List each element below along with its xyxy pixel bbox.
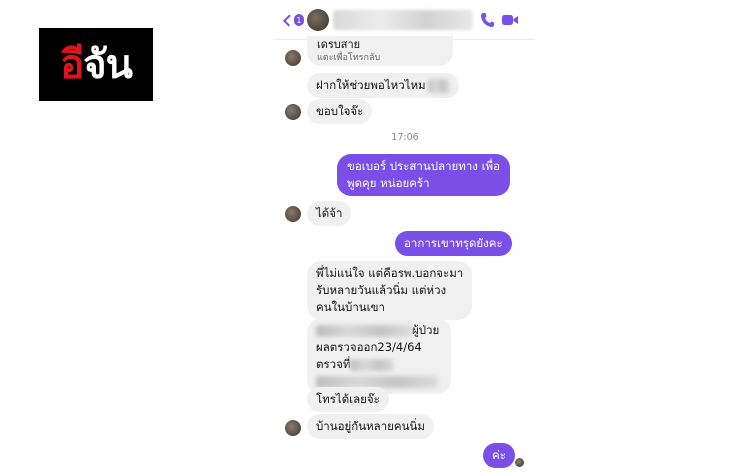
sender-avatar	[285, 420, 301, 436]
message-bubble-incoming[interactable]: พี่ไม่แน่ใจ แต่คือรพ.บอกจะมา รับหลายวันแ…	[307, 261, 473, 320]
video-call-icon[interactable]	[502, 13, 518, 27]
message-bubble-incoming[interactable]: ขอบใจจ๊ะ	[307, 99, 373, 124]
message-bubble-outgoing[interactable]: ขอเบอร์ ประสานปลายทาง เพื่อ พูดคุย หน่อย…	[337, 154, 510, 196]
sender-avatar	[285, 206, 301, 222]
screenshot-page: อี จัน 1 เดรบสาย แตะเพื่อโทรกลับ ฝากให้ช…	[0, 0, 750, 476]
message-bubble-incoming[interactable]: ผู้ป่วย ผลตรวจออก23/4/64 ตรวจที่	[307, 318, 451, 394]
redacted-text	[427, 78, 450, 93]
redacted-text	[350, 358, 395, 371]
message-text: พี่ไม่แน่ใจ แต่คือรพ.บอกจะมา	[316, 266, 464, 280]
message-text: คนในบ้านเขา	[316, 300, 385, 314]
contact-avatar[interactable]	[307, 9, 329, 31]
message-text: โทรได้เลยจ๊ะ	[316, 392, 380, 406]
unread-badge: 1	[293, 14, 304, 26]
phone-icon[interactable]	[480, 12, 494, 28]
message-text: ขอบใจจ๊ะ	[316, 104, 364, 118]
chat-header: 1	[275, 0, 535, 40]
message-text: ผู้ป่วย	[412, 323, 440, 337]
message-bubble-incoming[interactable]: ได้จ้า	[307, 201, 352, 226]
message-text: ผลตรวจออก23/4/64	[316, 340, 422, 354]
logo-text-white: จัน	[83, 41, 133, 88]
message-bubble-incoming[interactable]: บ้านอยู่กันหลายคนนิ่ม	[307, 414, 434, 439]
logo-text-red: อี	[60, 41, 84, 88]
message-bubble-incoming[interactable]: ฝากให้ช่วยพอไหวไหม	[307, 73, 459, 98]
messenger-screen: 1 เดรบสาย แตะเพื่อโทรกลับ ฝากให้ช่วยพอไห…	[275, 0, 535, 476]
message-bubble-outgoing[interactable]: อาการเขาทรุดยังคะ	[395, 231, 512, 256]
message-list: เดรบสาย แตะเพื่อโทรกลับ ฝากให้ช่วยพอไหวไ…	[275, 36, 535, 476]
message-text: ตรวจที่	[316, 357, 351, 371]
sender-avatar	[285, 50, 301, 66]
message-text: รับหลายวันแล้วนิ่ม แต่ห่วง	[316, 283, 447, 297]
message-bubble-incoming[interactable]: โทรได้เลยจ๊ะ	[307, 387, 389, 412]
message-text: อาการเขาทรุดยังคะ	[404, 236, 503, 250]
back-button[interactable]: 1	[282, 11, 304, 29]
missed-call-subtitle: แตะเพื่อโทรกลับ	[317, 53, 381, 63]
timestamp: 17:06	[391, 132, 419, 143]
site-logo: อี จัน	[39, 28, 153, 101]
sender-avatar	[285, 104, 301, 120]
redacted-text	[316, 375, 438, 388]
contact-name-redacted[interactable]	[333, 10, 473, 30]
message-bubble-outgoing[interactable]: ค่ะ	[483, 443, 515, 468]
seen-indicator-avatar	[515, 458, 524, 467]
message-text: ฝากให้ช่วยพอไหวไหม	[316, 78, 426, 92]
redacted-text	[316, 324, 412, 337]
message-text: ได้จ้า	[316, 206, 343, 220]
message-text: พูดคุย หน่อยคร้า	[347, 176, 430, 190]
back-chevron-icon	[282, 14, 295, 26]
missed-call-card[interactable]: เดรบสาย แตะเพื่อโทรกลับ	[307, 36, 453, 66]
message-text: ขอเบอร์ ประสานปลายทาง เพื่อ	[347, 159, 500, 173]
missed-call-title: เดรบสาย	[317, 38, 361, 51]
message-text: บ้านอยู่กันหลายคนนิ่ม	[316, 419, 425, 433]
message-text: ค่ะ	[492, 448, 506, 462]
